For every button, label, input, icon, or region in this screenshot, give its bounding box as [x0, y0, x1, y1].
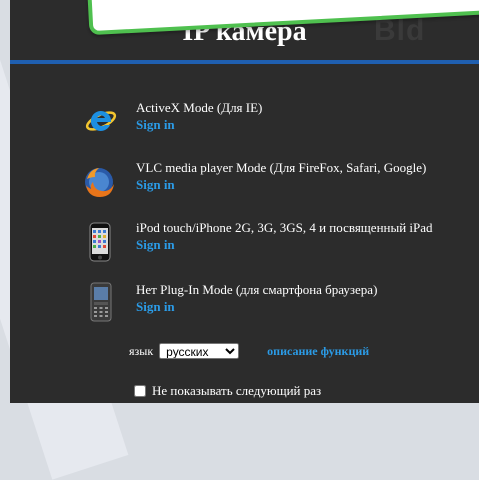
- mode-vlc: VLC media player Mode (Для FireFox, Safa…: [136, 160, 426, 194]
- ie-icon: [84, 104, 118, 138]
- mode-name: VLC media player Mode (Для FireFox, Safa…: [136, 160, 427, 175]
- dont-show-label: Не показывать следующий раз: [152, 383, 322, 398]
- firefox-icon: [82, 165, 116, 199]
- smartphone-icon: [88, 282, 114, 322]
- sign-in-link-iphone[interactable]: Sign in: [136, 236, 433, 254]
- mode-iphone: iPod touch/iPhone 2G, 3G, 3GS, 4 и посвя…: [136, 220, 433, 254]
- language-label: язык: [129, 343, 154, 358]
- mode-name: ActiveX Mode (Для IE): [136, 100, 263, 115]
- sign-in-link-vlc[interactable]: Sign in: [136, 176, 426, 194]
- sign-in-link-activex[interactable]: Sign in: [136, 116, 262, 134]
- mode-name: iPod touch/iPhone 2G, 3G, 3GS, 4 и посвя…: [136, 220, 433, 235]
- language-select[interactable]: русских: [159, 343, 240, 359]
- mode-activex: ActiveX Mode (Для IE) Sign in: [136, 100, 262, 134]
- title-divider: [10, 60, 479, 64]
- sign-in-link-no-plugin[interactable]: Sign in: [136, 298, 377, 316]
- mode-name: Нет Plug-In Mode (для смартфона браузера…: [136, 282, 378, 297]
- mode-no-plugin: Нет Plug-In Mode (для смартфона браузера…: [136, 282, 377, 316]
- iphone-icon: [88, 222, 112, 262]
- dont-show-row: Не показывать следующий раз: [134, 383, 321, 399]
- language-row: язык русских описание функций: [129, 343, 369, 359]
- dont-show-checkbox[interactable]: [134, 385, 146, 397]
- function-description-link[interactable]: описание функций: [267, 344, 369, 359]
